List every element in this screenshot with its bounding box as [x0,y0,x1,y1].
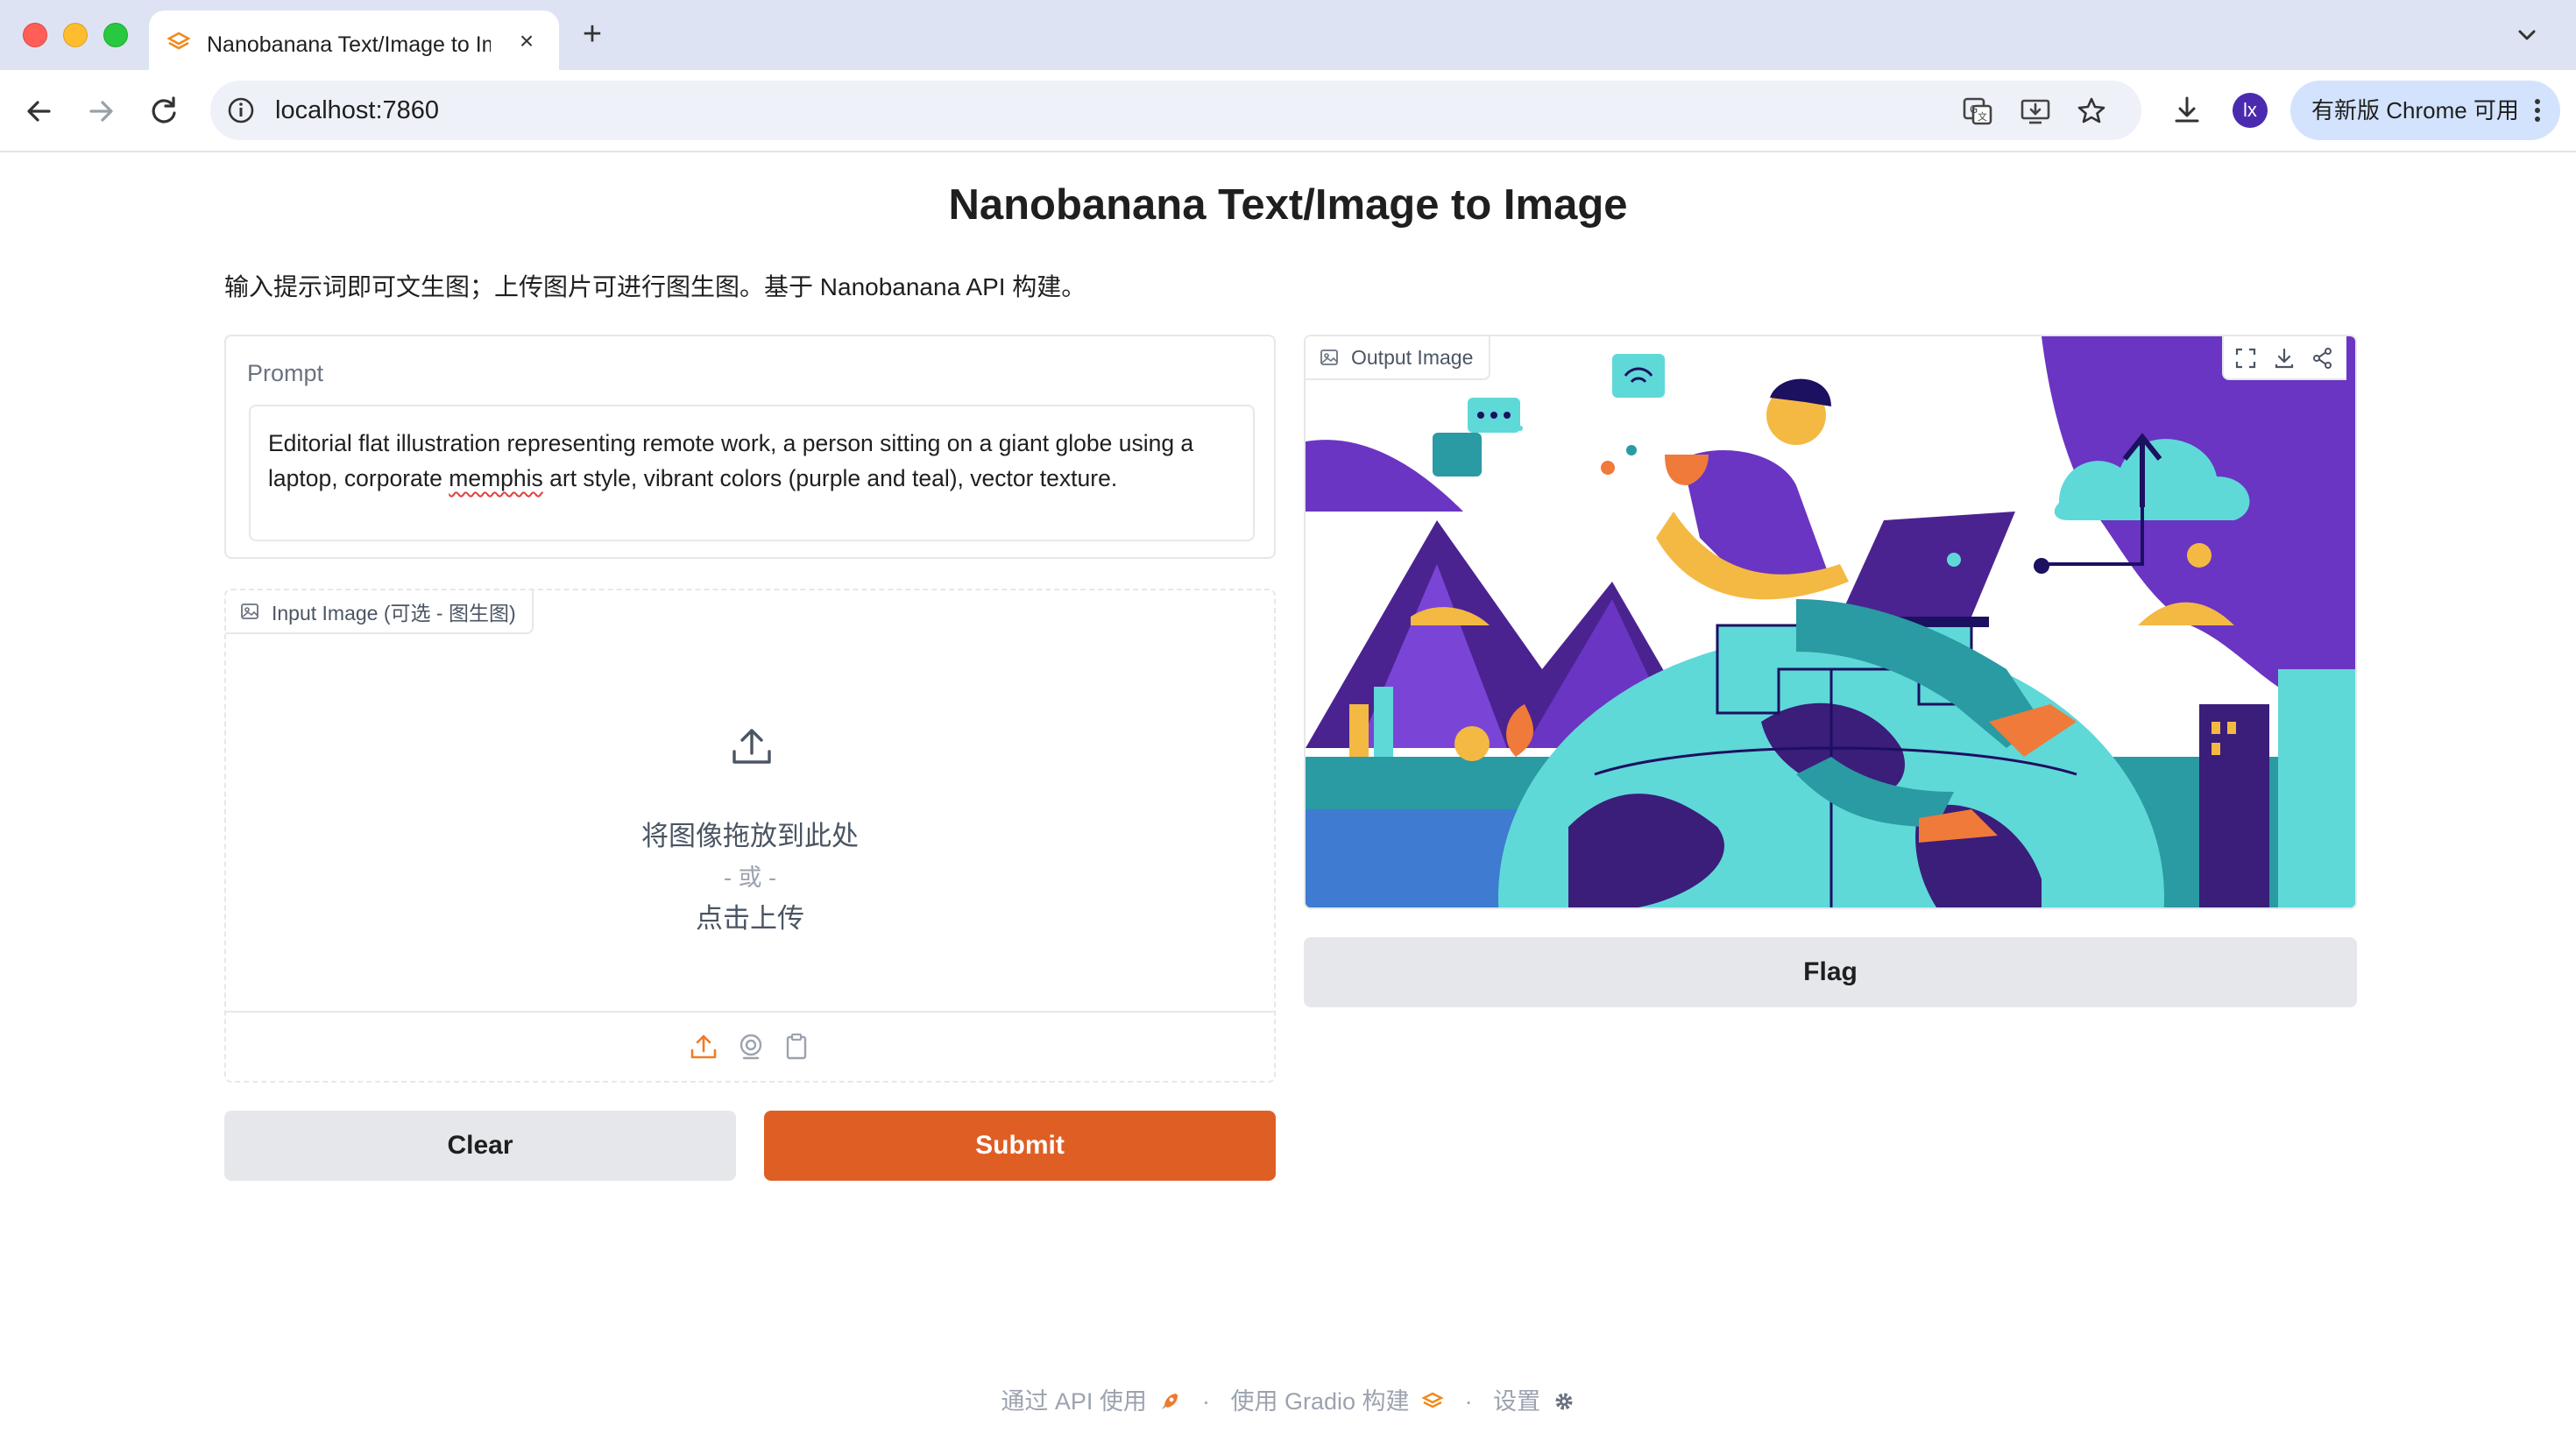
prompt-label: Prompt [247,360,324,386]
forward-icon[interactable] [81,91,121,131]
settings-link[interactable]: 设置 [1493,1388,1540,1415]
input-image-label-tag: Input Image (可选 - 图生图) [226,590,534,634]
page-description: 输入提示词即可文生图；上传图片可进行图生图。基于 Nanobanana API … [224,273,1086,300]
update-label: 有新版 Chrome 可用 [2311,97,2519,124]
or-separator: - 或 - [724,865,776,891]
back-icon[interactable] [19,91,60,131]
image-actions-toolbar [2222,336,2346,380]
browser-tab-active[interactable]: Nanobanana Text/Image to Im × [149,11,559,70]
gradio-logo-icon [1421,1392,1444,1408]
output-image-label-tag: Output Image [1306,336,1491,380]
prompt-text-part: art style, vibrant colors (purple and te… [542,465,1118,491]
page-title: Nanobanana Text/Image to Image [948,181,1628,229]
tab-close-icon[interactable]: × [512,26,541,56]
submit-button[interactable]: Submit [764,1111,1276,1181]
svg-text:G: G [1970,103,1978,116]
bookmark-star-icon[interactable] [2075,95,2108,128]
prompt-textarea[interactable]: Editorial flat illustration representing… [249,405,1255,541]
generated-illustration [1306,336,2355,907]
chrome-update-button[interactable]: 有新版 Chrome 可用 [2290,81,2560,140]
built-with-gradio-link[interactable]: 使用 Gradio 构建 [1230,1388,1409,1415]
flag-button[interactable]: Flag [1304,937,2357,1007]
browser-titlebar: Nanobanana Text/Image to Im × + [0,0,2576,70]
maximize-window-button[interactable] [103,23,128,47]
output-image-label: Output Image [1351,345,1474,369]
prompt-misspelled-word: memphis [449,465,543,491]
minimize-window-button[interactable] [63,23,88,47]
image-icon [241,604,258,619]
upload-icon [732,729,771,764]
image-dropzone[interactable]: 将图像拖放到此处 - 或 - 点击上传 [226,634,1274,1006]
gear-icon [1555,1393,1573,1410]
clear-button[interactable]: Clear [224,1111,736,1181]
close-window-button[interactable] [23,23,47,47]
site-info-icon[interactable] [226,95,256,125]
download-image-icon[interactable] [2273,347,2296,370]
drop-hint: 将图像拖放到此处 [641,821,859,851]
menu-kebab-icon[interactable] [2529,95,2546,126]
browser-toolbar: localhost:7860 G 文 lx 有新版 Chrome 可用 [0,70,2576,152]
input-image-block: Input Image (可选 - 图生图) 将图像拖放到此处 - 或 - 点击… [224,589,1276,1083]
use-via-api-link[interactable]: 通过 API 使用 [1001,1388,1147,1415]
input-image-label: Input Image (可选 - 图生图) [272,602,516,625]
install-app-icon[interactable] [2019,95,2052,128]
footer: 通过 API 使用 · 使用 Gradio 构建 · 设置 [0,1382,2576,1419]
tab-title: Nanobanana Text/Image to Im [207,32,491,57]
share-icon[interactable] [2311,347,2334,370]
click-upload-hint: 点击上传 [696,903,804,934]
fullscreen-icon[interactable] [2234,347,2257,370]
svg-text:文: 文 [1978,110,1987,123]
profile-avatar[interactable]: lx [2233,93,2268,128]
clipboard-source-icon[interactable] [782,1032,811,1062]
tab-search-chevron-icon[interactable] [2509,19,2544,51]
output-image-block: Output Image [1304,335,2357,909]
url-text: localhost:7860 [275,96,440,124]
footer-separator: · [1464,1387,1473,1415]
translate-icon[interactable]: G 文 [1961,95,1994,128]
image-icon [1320,349,1338,365]
address-bar[interactable]: localhost:7860 G 文 [210,81,2141,140]
reload-icon[interactable] [144,91,184,131]
image-source-selector [226,1011,1274,1083]
new-tab-button[interactable]: + [575,18,610,53]
footer-separator: · [1201,1387,1210,1415]
gradio-favicon-icon [166,32,191,50]
webcam-source-icon[interactable] [736,1032,766,1062]
prompt-block: Prompt Editorial flat illustration repre… [224,335,1276,559]
download-icon[interactable] [2168,91,2206,130]
upload-source-icon[interactable] [689,1032,718,1062]
rocket-icon [1162,1393,1178,1409]
